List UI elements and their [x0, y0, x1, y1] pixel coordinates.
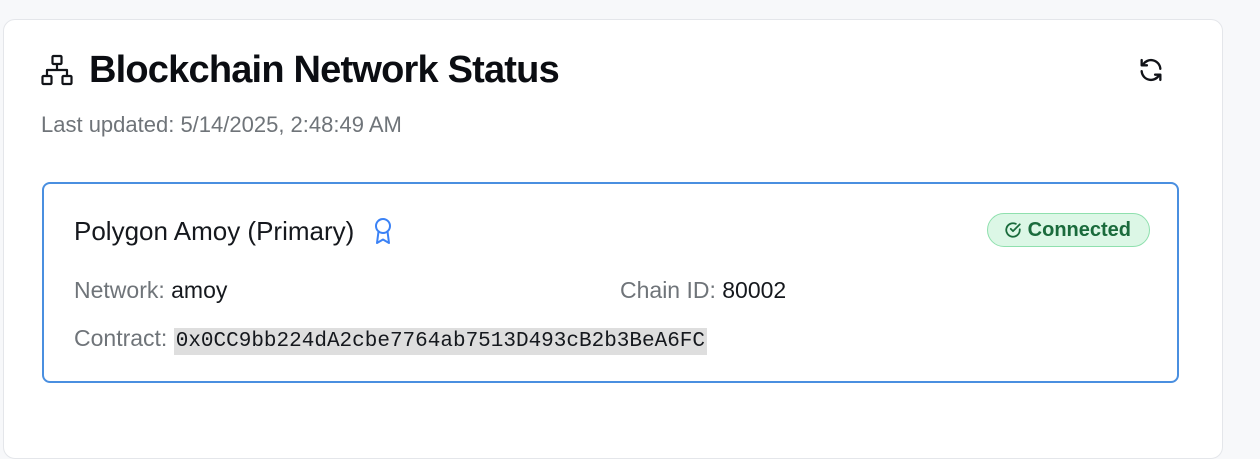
contract-field: Contract: 0x0CC9bb224dA2cbe7764ab7513D49… [74, 324, 708, 356]
refresh-icon [1140, 58, 1162, 82]
network-label: Network: [74, 277, 165, 303]
network-value: amoy [171, 277, 228, 303]
award-icon [372, 217, 394, 245]
network-field: Network: amoy [74, 276, 227, 304]
check-circle-icon [1004, 221, 1022, 239]
card-header: Blockchain Network Status [41, 49, 560, 91]
status-badge: Connected [986, 213, 1150, 247]
contract-address[interactable]: 0x0CC9bb224dA2cbe7764ab7513D493cB2b3BeA6… [173, 328, 708, 355]
contract-label: Contract: [74, 325, 168, 351]
chain-id-label: Chain ID: [620, 277, 716, 303]
page-title: Blockchain Network Status [89, 49, 560, 91]
network-panel: Polygon Amoy (Primary) Connected Network… [42, 182, 1179, 383]
network-name: Polygon Amoy (Primary) [74, 216, 355, 246]
chain-id-value: 80002 [722, 277, 787, 303]
last-updated-text: Last updated: 5/14/2025, 2:48:49 AM [41, 112, 402, 137]
status-text: Connected [1027, 219, 1131, 241]
network-icon [41, 54, 73, 86]
network-name-row: Polygon Amoy (Primary) [74, 216, 394, 246]
chain-id-field: Chain ID: 80002 [620, 276, 786, 304]
refresh-button[interactable] [1134, 53, 1168, 87]
